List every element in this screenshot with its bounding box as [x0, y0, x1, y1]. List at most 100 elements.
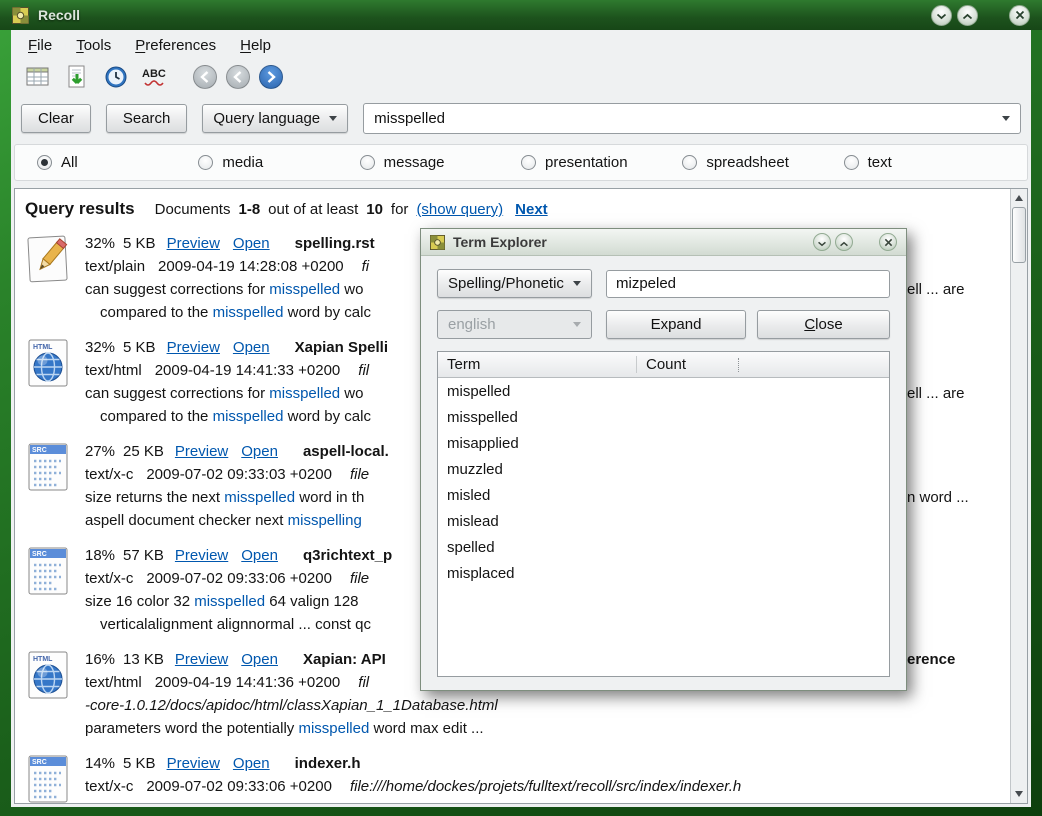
filter-media[interactable]: media [198, 154, 359, 171]
open-link[interactable]: Open [241, 547, 278, 564]
doc-url: file:///home/dockes/projets/fulltext/rec… [350, 778, 741, 795]
next-page-link[interactable]: Next [515, 201, 548, 218]
scrollbar-thumb[interactable] [1012, 207, 1026, 263]
relevance-percent: 16% [85, 651, 115, 668]
term-row[interactable]: mislead [438, 508, 889, 534]
open-link[interactable]: Open [241, 443, 278, 460]
filter-label: message [384, 154, 445, 171]
filter-spreadsheet[interactable]: spreadsheet [682, 154, 843, 171]
open-link[interactable]: Open [233, 755, 270, 772]
search-button[interactable]: Search [106, 104, 188, 133]
query-mode-select[interactable]: Query language [202, 104, 348, 133]
menu-help[interactable]: Help [231, 34, 280, 57]
docs-range: 1-8 [238, 201, 260, 218]
term-row[interactable]: misled [438, 482, 889, 508]
preview-link[interactable]: Preview [175, 547, 228, 564]
filter-presentation[interactable]: presentation [521, 154, 682, 171]
maximize-button[interactable] [957, 5, 978, 26]
result-title: Xapian: API [303, 651, 386, 668]
term-cell: misapplied [438, 435, 636, 452]
result-title: aspell-local. [303, 443, 389, 460]
term-row[interactable]: mispelled [438, 378, 889, 404]
term-input[interactable] [606, 270, 890, 298]
radio-icon [682, 155, 697, 170]
term-explorer-titlebar[interactable]: Term Explorer [421, 229, 906, 256]
preview-link[interactable]: Preview [167, 339, 220, 356]
header-splitter[interactable] [738, 358, 739, 372]
filter-text[interactable]: text [844, 154, 1005, 171]
chevron-down-icon [573, 281, 581, 286]
docs-word: Documents [155, 201, 231, 218]
term-row[interactable]: misapplied [438, 430, 889, 456]
term-row[interactable]: spelled [438, 534, 889, 560]
triangle-down-icon [1015, 791, 1023, 797]
preview-link[interactable]: Preview [175, 651, 228, 668]
term-row[interactable]: misplaced [438, 560, 889, 586]
window-titlebar[interactable]: Recoll [0, 0, 1042, 30]
window-title: Recoll [38, 7, 80, 23]
term-column-header[interactable]: Term [438, 356, 636, 373]
show-query-link[interactable]: (show query) [416, 201, 503, 218]
clear-search-icon[interactable] [23, 63, 53, 91]
doc-url: file [350, 466, 369, 483]
expand-button[interactable]: Expand [606, 310, 746, 339]
close-button[interactable] [1009, 5, 1030, 26]
dialog-maximize-button[interactable] [835, 233, 853, 251]
forward-icon[interactable] [259, 65, 283, 89]
preview-link[interactable]: Preview [167, 235, 220, 252]
update-index-icon[interactable] [62, 63, 92, 91]
menu-tools[interactable]: Tools [67, 34, 120, 57]
chevron-down-icon [817, 235, 827, 250]
results-header: Query results Documents 1-8 out of at le… [25, 199, 1010, 219]
toolbar: ABC [11, 59, 1031, 97]
term-row[interactable]: misspelled [438, 404, 889, 430]
close-term-explorer-button[interactable]: Close [757, 310, 890, 339]
query-combobox[interactable] [363, 103, 1021, 134]
snippet-fragment: ell ... are [907, 278, 965, 301]
result-title: indexer.h [295, 755, 361, 772]
term-table-body: mispelledmisspelledmisappliedmuzzledmisl… [438, 378, 889, 586]
filter-all[interactable]: All [37, 154, 198, 171]
back-icon[interactable] [193, 65, 217, 89]
term-cell: spelled [438, 539, 636, 556]
chevron-down-icon [329, 116, 337, 121]
snippet-fragment: ell ... are [907, 382, 965, 405]
scroll-up-button[interactable] [1011, 190, 1027, 206]
mime-type: text/x-c [85, 570, 133, 587]
dialog-close-button[interactable] [879, 233, 897, 251]
mime-type: text/html [85, 674, 142, 691]
minimize-button[interactable] [931, 5, 952, 26]
query-dropdown-icon[interactable] [1002, 116, 1010, 121]
open-link[interactable]: Open [233, 235, 270, 252]
filter-label: spreadsheet [706, 154, 789, 171]
close-x-icon [1015, 8, 1025, 23]
term-row[interactable]: muzzled [438, 456, 889, 482]
doc-date: 2009-04-19 14:28:08 +0200 [158, 258, 344, 275]
count-column-header[interactable]: Count [636, 356, 889, 373]
back-previous-icon[interactable] [226, 65, 250, 89]
menu-preferences[interactable]: Preferences [126, 34, 225, 57]
term-cell: mislead [438, 513, 636, 530]
filter-label: media [222, 154, 263, 171]
doc-date: 2009-07-02 09:33:03 +0200 [146, 466, 332, 483]
file-type-html-icon: HTML [25, 336, 71, 428]
filter-message[interactable]: message [360, 154, 521, 171]
term-mode-select[interactable]: Spelling/Phonetic [437, 269, 592, 298]
history-clock-icon[interactable] [101, 63, 131, 91]
query-mode-value: Query language [213, 110, 320, 127]
docs-middle: out of at least [268, 201, 358, 218]
radio-icon [521, 155, 536, 170]
radio-icon [198, 155, 213, 170]
menu-file[interactable]: File [19, 34, 61, 57]
preview-link[interactable]: Preview [175, 443, 228, 460]
scroll-down-button[interactable] [1011, 786, 1027, 802]
open-link[interactable]: Open [233, 339, 270, 356]
open-link[interactable]: Open [241, 651, 278, 668]
spellcheck-abc-icon[interactable]: ABC [140, 63, 170, 91]
file-size: 5 KB [123, 755, 156, 772]
query-input[interactable] [374, 110, 1002, 127]
clear-button[interactable]: Clear [21, 104, 91, 133]
preview-link[interactable]: Preview [167, 755, 220, 772]
dialog-minimize-button[interactable] [813, 233, 831, 251]
results-scrollbar[interactable] [1010, 189, 1027, 803]
